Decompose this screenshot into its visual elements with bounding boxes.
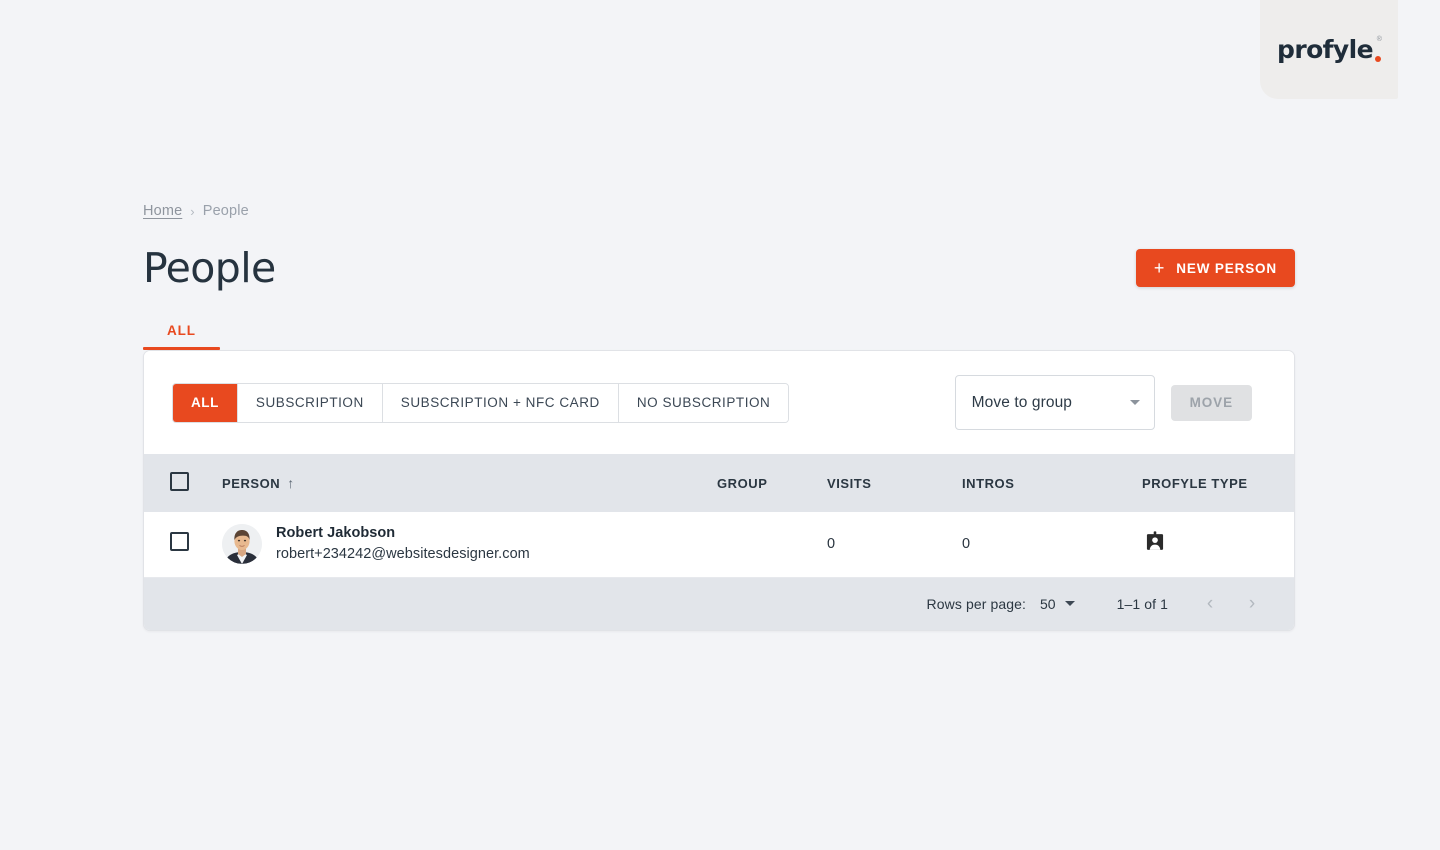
person-email: robert+234242@websitesdesigner.com	[276, 546, 530, 563]
breadcrumb-current: People	[202, 203, 249, 219]
move-to-group-select[interactable]: Move to group	[954, 375, 1155, 430]
filter-subscription[interactable]: SUBSCRIPTION	[237, 383, 383, 422]
table-body: Robert Jakobson robert+234242@websitesde…	[144, 512, 1294, 577]
subscription-filter-group: ALL SUBSCRIPTION SUBSCRIPTION + NFC CARD…	[172, 382, 790, 423]
pager-controls: ‹ ›	[1196, 590, 1266, 618]
rows-per-page-select[interactable]: 50	[1040, 596, 1075, 612]
new-person-button[interactable]: + NEW PERSON	[1135, 249, 1295, 287]
person-sort-control[interactable]: PERSON ↑	[222, 475, 295, 491]
filter-all-label: ALL	[191, 395, 219, 410]
intros-cell: 0	[962, 536, 971, 553]
rows-per-page-value: 50	[1040, 595, 1056, 612]
visits-cell: 0	[827, 536, 836, 553]
rows-per-page-label: Rows per page:	[926, 595, 1027, 612]
brand-logo-panel: profyle ®	[1260, 0, 1398, 99]
th-visits: VISITS	[827, 475, 872, 491]
people-table: PERSON ↑ GROUP VISITS INTROS PROFYLE TYP…	[144, 454, 1294, 578]
person-cell: Robert Jakobson robert+234242@websitesde…	[222, 512, 717, 577]
next-page-button[interactable]: ›	[1238, 590, 1266, 618]
th-select-all	[144, 454, 222, 512]
th-intros: INTROS	[962, 475, 1015, 491]
tab-all[interactable]: ALL	[143, 323, 220, 350]
table-row[interactable]: Robert Jakobson robert+234242@websitesde…	[144, 512, 1294, 577]
breadcrumb-home-link[interactable]: Home	[143, 203, 182, 219]
filter-no-subscription[interactable]: NO SUBSCRIPTION	[618, 383, 789, 422]
breadcrumb: Home › People	[143, 200, 1295, 222]
page-title: People	[143, 243, 276, 292]
filter-subscription-label: SUBSCRIPTION	[255, 395, 364, 410]
tab-bar: ALL	[143, 312, 1295, 350]
th-group: GROUP	[717, 475, 768, 491]
filter-all[interactable]: ALL	[173, 383, 238, 422]
move-button[interactable]: MOVE	[1170, 384, 1252, 421]
filter-subscription-nfc-card[interactable]: SUBSCRIPTION + NFC CARD	[382, 383, 619, 422]
group-actions: Move to group MOVE	[954, 375, 1252, 430]
row-checkbox[interactable]	[170, 532, 189, 552]
th-person: PERSON ↑	[222, 454, 717, 512]
breadcrumb-separator-icon: ›	[190, 203, 195, 219]
table-toolbar: ALL SUBSCRIPTION SUBSCRIPTION + NFC CARD…	[144, 351, 1294, 454]
group-cell	[717, 512, 827, 577]
logo-wrap: profyle ®	[1277, 34, 1382, 64]
filter-no-subscription-label: NO SUBSCRIPTION	[636, 395, 771, 410]
people-card: ALL SUBSCRIPTION SUBSCRIPTION + NFC CARD…	[143, 350, 1295, 631]
profyle-type-cell	[1142, 512, 1294, 577]
row-select-cell	[144, 512, 222, 577]
previous-page-button[interactable]: ‹	[1196, 590, 1224, 618]
tab-all-label: ALL	[167, 323, 196, 338]
select-all-checkbox[interactable]	[170, 472, 189, 491]
id-badge-icon	[1144, 531, 1166, 553]
th-profyle-type: PROFYLE TYPE	[1142, 475, 1248, 491]
pagination-range: 1–1 of 1	[1116, 595, 1168, 612]
th-person-label: PERSON	[222, 475, 281, 491]
page-header-row: People + NEW PERSON	[143, 244, 1295, 292]
avatar	[222, 524, 262, 565]
table-pagination: Rows per page: 50 1–1 of 1 ‹ ›	[144, 577, 1294, 630]
table-head: PERSON ↑ GROUP VISITS INTROS PROFYLE TYP…	[144, 454, 1294, 512]
person-name: Robert Jakobson	[276, 525, 396, 542]
sort-ascending-icon: ↑	[287, 475, 295, 491]
logo-text: profyle	[1277, 34, 1374, 64]
table-header-row: PERSON ↑ GROUP VISITS INTROS PROFYLE TYP…	[144, 454, 1294, 512]
move-to-group-select-value: Move to group	[971, 393, 1073, 411]
move-button-label: MOVE	[1189, 395, 1233, 410]
tab-active-indicator	[143, 347, 220, 350]
new-person-button-label: NEW PERSON	[1176, 260, 1277, 276]
main-content: Home › People People + NEW PERSON ALL AL…	[143, 200, 1295, 631]
chevron-down-icon	[1129, 400, 1140, 405]
filter-subscription-nfc-card-label: SUBSCRIPTION + NFC CARD	[400, 395, 600, 410]
logo-accent-dot-icon	[1374, 55, 1381, 62]
registered-mark-icon: ®	[1376, 35, 1382, 43]
plus-icon: +	[1153, 258, 1166, 278]
chevron-down-icon	[1064, 601, 1075, 606]
